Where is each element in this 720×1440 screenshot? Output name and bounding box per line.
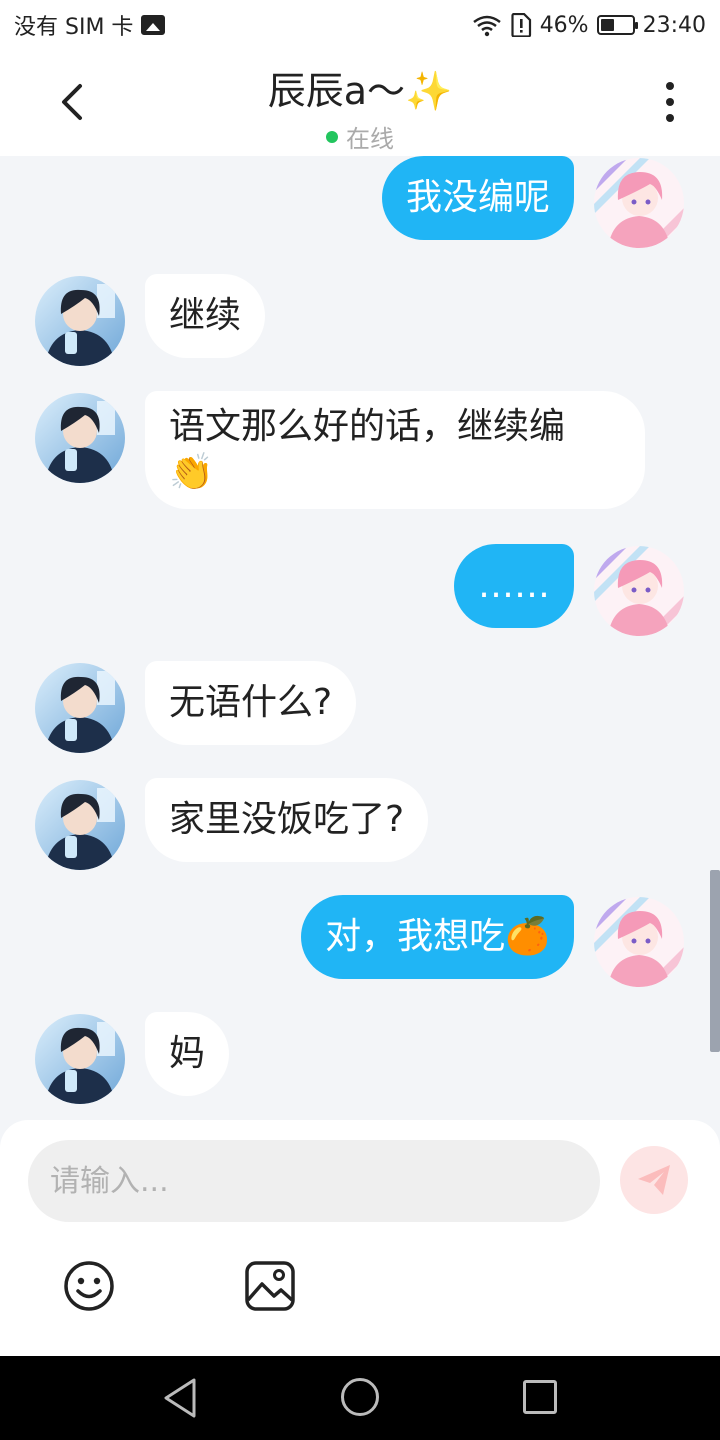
wifi-icon <box>472 15 501 37</box>
image-picker-icon[interactable] <box>244 1260 296 1312</box>
received-message-bubble[interactable]: 无语什么? <box>145 661 357 745</box>
battery-icon <box>596 15 638 35</box>
sent-message-bubble[interactable]: 我没编呢 <box>381 156 574 240</box>
more-options-icon[interactable] <box>658 80 682 124</box>
received-message-bubble[interactable]: 妈 <box>145 1012 230 1096</box>
contact-avatar[interactable] <box>35 663 125 753</box>
self-avatar[interactable] <box>594 546 684 636</box>
system-nav-bar <box>0 1356 720 1440</box>
battery-level <box>600 19 615 31</box>
message-input[interactable] <box>28 1140 600 1222</box>
received-message-bubble[interactable]: 语文那么好的话，继续编 👏 <box>145 391 645 509</box>
clock: 23:40 <box>642 12 706 38</box>
received-message-bubble[interactable]: 继续 <box>145 274 266 358</box>
contact-avatar[interactable] <box>35 276 125 366</box>
image-icon <box>141 15 166 35</box>
contact-avatar[interactable] <box>35 1014 125 1104</box>
composer <box>0 1120 720 1356</box>
nav-recents-icon[interactable] <box>523 1380 557 1414</box>
received-message-bubble[interactable]: 家里没饭吃了? <box>145 778 429 862</box>
chat-header: 辰辰a～✨ 在线 <box>0 50 720 156</box>
contact-info: 辰辰a～✨ 在线 <box>0 60 720 154</box>
alert-icon <box>511 13 531 37</box>
contact-avatar[interactable] <box>35 393 125 483</box>
status-bar: 没有 SIM 卡 46% 23:40 <box>0 0 720 50</box>
online-dot-icon <box>326 130 338 143</box>
nav-home-icon[interactable] <box>341 1378 379 1416</box>
presence: 在线 <box>0 119 720 154</box>
nav-back-icon[interactable] <box>160 1376 200 1420</box>
contact-name: 辰辰a～✨ <box>267 69 453 113</box>
self-avatar[interactable] <box>594 897 684 987</box>
self-avatar[interactable] <box>594 158 684 248</box>
message-list[interactable]: 我没编呢继续语文那么好的话，继续编 👏 …… 无语什么? 家里没饭吃了? 对，我想吃🍊 妈 <box>0 156 720 1120</box>
emoji-icon[interactable] <box>63 1260 115 1312</box>
sent-message-bubble[interactable]: 对，我想吃🍊 <box>301 895 574 979</box>
presence-label: 在线 <box>346 125 394 153</box>
scrollbar[interactable] <box>710 870 720 1052</box>
contact-avatar[interactable] <box>35 780 125 870</box>
carrier-label: 没有 SIM 卡 <box>14 15 134 40</box>
battery-percent: 46% <box>539 12 589 38</box>
send-icon <box>638 1165 670 1195</box>
send-button[interactable] <box>620 1146 688 1214</box>
sent-message-bubble[interactable]: …… <box>454 544 574 628</box>
